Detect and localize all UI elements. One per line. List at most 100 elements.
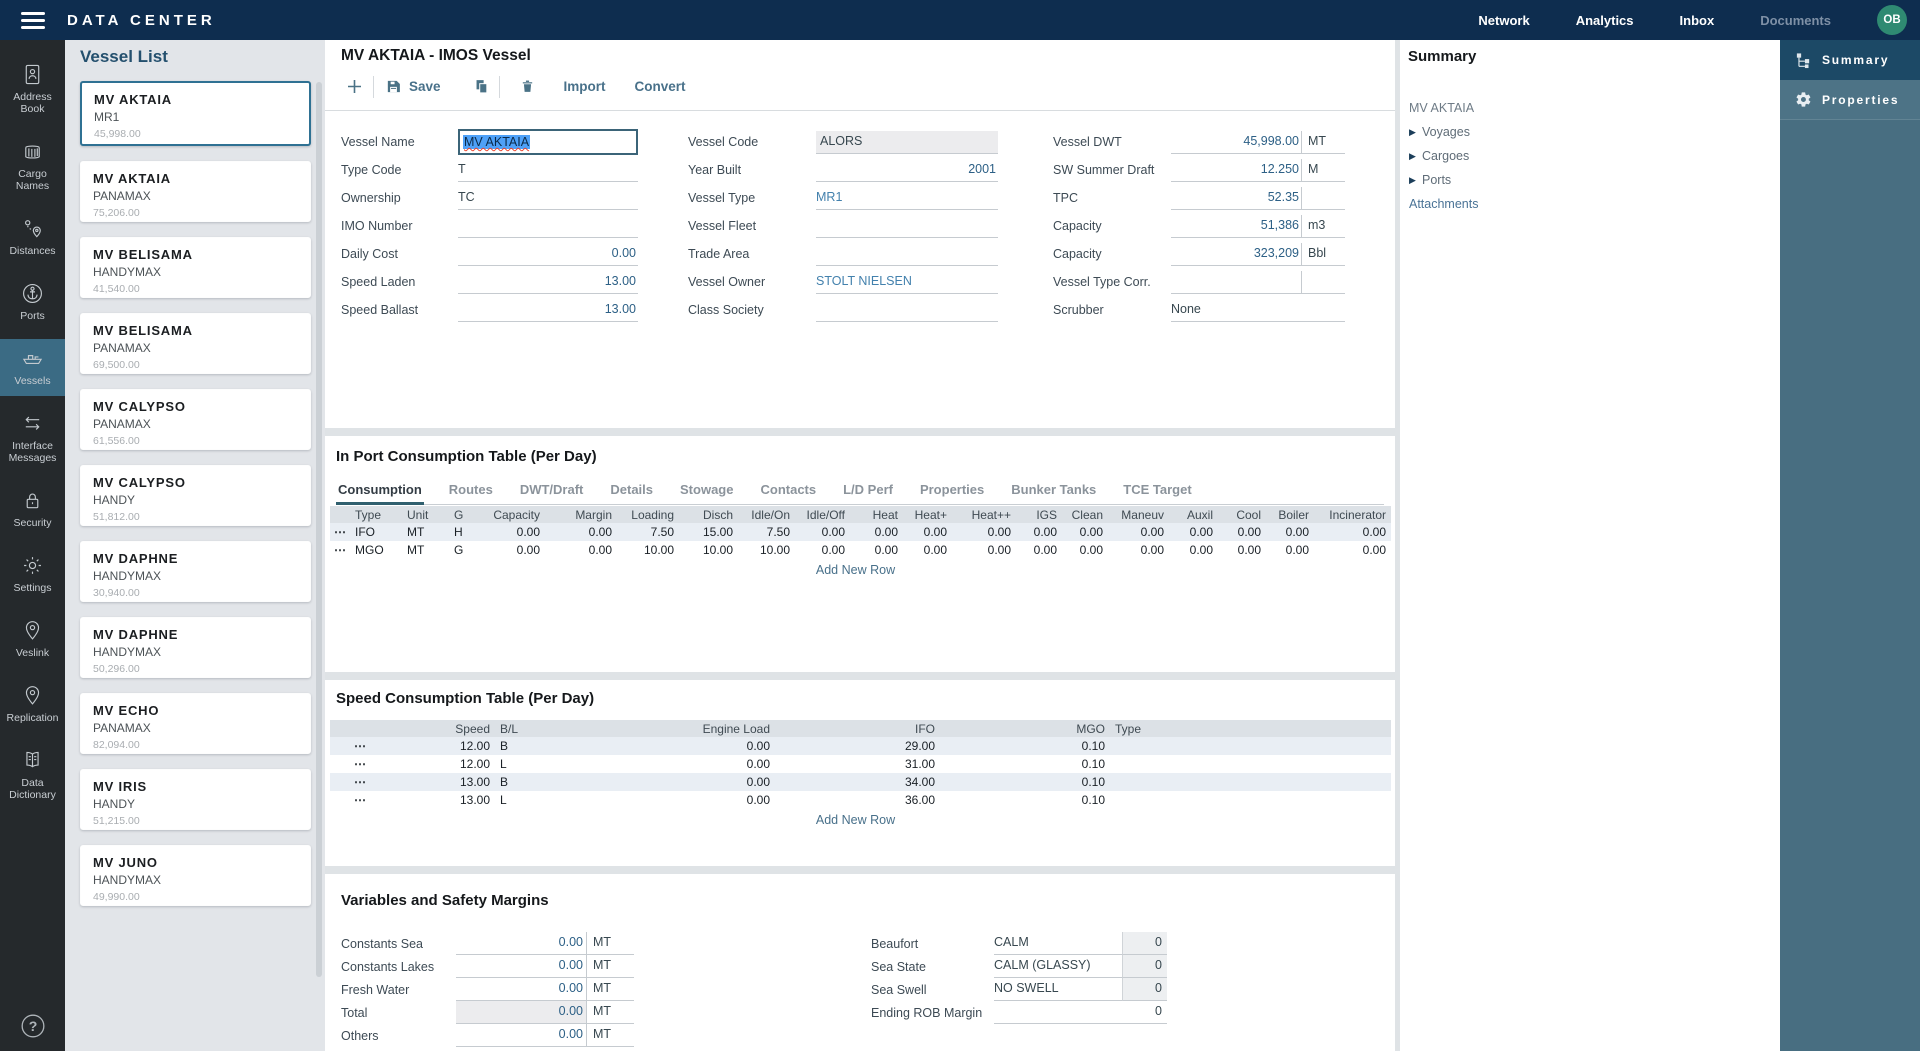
sidebar-item-ports[interactable]: Ports (0, 274, 65, 331)
nav-network[interactable]: Network (1478, 13, 1529, 28)
vessel-card[interactable]: MV BELISAMA PANAMAX 69,500.00 (80, 313, 311, 374)
convert-button[interactable]: Convert (635, 79, 686, 94)
field-input[interactable]: STOLT NIELSEN (816, 271, 998, 294)
vessel-card[interactable]: MV JUNO HANDYMAX 49,990.00 (80, 845, 311, 906)
field-input[interactable]: 45,998.00 (1171, 131, 1301, 154)
help-button[interactable]: ? (0, 1013, 65, 1039)
sidebar-item-replication[interactable]: Replication (0, 676, 65, 733)
sidebar-item-cargo-names[interactable]: Cargo Names (0, 132, 65, 201)
field-input[interactable] (816, 299, 998, 322)
hamburger-menu-icon[interactable] (21, 12, 45, 29)
expand-arrow-icon[interactable]: ▶ (1409, 127, 1422, 138)
field-input[interactable]: 0.00 (456, 1024, 586, 1047)
nav-analytics[interactable]: Analytics (1576, 13, 1634, 28)
import-button[interactable]: Import (564, 79, 606, 94)
field-input[interactable]: None (1171, 299, 1345, 322)
row-menu-button[interactable]: ⋯ (330, 791, 390, 809)
tab[interactable]: TCE Target (1121, 478, 1193, 505)
summary-tree-item[interactable]: ▶ MV AKTAIA (1408, 96, 1780, 120)
summary-tree-item[interactable]: ▶ Voyages (1408, 120, 1780, 144)
expand-arrow-icon[interactable]: ▶ (1409, 175, 1422, 186)
field-input[interactable]: CALM (994, 932, 1122, 955)
tab[interactable]: Details (608, 478, 655, 505)
sidebar-item-settings[interactable]: Settings (0, 546, 65, 603)
sidebar-item-vessels[interactable]: Vessels (0, 339, 65, 396)
field-input[interactable]: 0.00 (456, 955, 586, 978)
field-input[interactable]: 13.00 (458, 299, 638, 322)
field-input[interactable]: NO SWELL (994, 978, 1122, 1001)
field-input[interactable]: TC (458, 187, 638, 210)
expand-arrow-icon[interactable]: ▶ (1409, 151, 1422, 162)
summary-tree-item[interactable]: ▶ Attachments (1408, 192, 1780, 216)
replication-icon (21, 684, 44, 707)
sidebar-item-data-dictionary[interactable]: Data Dictionary (0, 741, 65, 810)
row-menu-button[interactable]: ⋯ (330, 541, 350, 559)
field-input[interactable]: 323,209 (1171, 243, 1301, 266)
field-input[interactable] (816, 243, 998, 266)
row-menu-button[interactable]: ⋯ (330, 737, 390, 755)
row-menu-button[interactable]: ⋯ (330, 773, 390, 791)
vessel-card[interactable]: MV ECHO PANAMAX 82,094.00 (80, 693, 311, 754)
vessel-card[interactable]: MV IRIS HANDY 51,215.00 (80, 769, 311, 830)
field-input[interactable]: 0.00 (458, 243, 638, 266)
field-input[interactable]: 13.00 (458, 271, 638, 294)
tab[interactable]: Contacts (758, 478, 818, 505)
vessel-card[interactable]: MV CALYPSO PANAMAX 61,556.00 (80, 389, 311, 450)
sidebar-item-address-book[interactable]: Address Book (0, 55, 65, 124)
row-menu-button[interactable]: ⋯ (330, 523, 350, 541)
summary-rail-button[interactable]: Summary (1780, 40, 1920, 80)
field-input[interactable] (458, 215, 638, 238)
field-input[interactable] (816, 215, 998, 238)
add-new-row-button[interactable]: Add New Row (325, 813, 1386, 827)
field-input[interactable]: 0.00 (456, 1001, 586, 1024)
add-new-row-button[interactable]: Add New Row (325, 563, 1386, 577)
field-input[interactable] (994, 1001, 1122, 1024)
field-input[interactable]: 52.35 (1171, 187, 1301, 210)
field-input[interactable]: T (458, 159, 638, 182)
margin-value-box[interactable]: 0 (1122, 1001, 1167, 1024)
tab[interactable]: Bunker Tanks (1009, 478, 1098, 505)
copy-button[interactable] (473, 78, 490, 95)
tab[interactable]: DWT/Draft (518, 478, 586, 505)
user-avatar[interactable]: OB (1877, 5, 1907, 35)
vessel-card[interactable]: MV AKTAIA MR1 45,998.00 (80, 81, 311, 146)
vessel-card[interactable]: MV DAPHNE HANDYMAX 30,940.00 (80, 541, 311, 602)
tab[interactable]: Properties (918, 478, 986, 505)
row-menu-button[interactable]: ⋯ (330, 755, 390, 773)
summary-tree-item[interactable]: ▶ Ports (1408, 168, 1780, 192)
vessel-card[interactable]: MV CALYPSO HANDY 51,812.00 (80, 465, 311, 526)
tab[interactable]: Routes (447, 478, 495, 505)
summary-tree-item[interactable]: ▶ Cargoes (1408, 144, 1780, 168)
field-input[interactable]: MR1 (816, 187, 998, 210)
field-input[interactable] (1171, 271, 1301, 294)
field-input[interactable]: 0.00 (456, 978, 586, 1001)
save-button[interactable]: Save (385, 78, 441, 95)
field-input[interactable]: CALM (GLASSY) (994, 955, 1122, 978)
field-input[interactable]: 12.250 (1171, 159, 1301, 182)
sidebar-item-security[interactable]: Security (0, 481, 65, 538)
add-button[interactable] (347, 79, 362, 94)
field-input[interactable]: MV AKTAIA (458, 129, 638, 155)
field-input[interactable]: 0.00 (456, 932, 586, 955)
tab[interactable]: L/D Perf (841, 478, 895, 505)
field-label: Vessel Type Corr. (1053, 275, 1171, 289)
tab[interactable]: Consumption (336, 478, 424, 505)
field-input[interactable]: 51,386 (1171, 215, 1301, 238)
sidebar-item-veslink[interactable]: Veslink (0, 611, 65, 668)
vessel-card[interactable]: MV BELISAMA HANDYMAX 41,540.00 (80, 237, 311, 298)
sidebar-item-distances[interactable]: Distances (0, 209, 65, 266)
vessel-card[interactable]: MV DAPHNE HANDYMAX 50,296.00 (80, 617, 311, 678)
field-input[interactable]: ALORS (816, 131, 998, 154)
sidebar-item-interface-messages[interactable]: Interface Messages (0, 404, 65, 473)
margin-value-box[interactable]: 0 (1122, 955, 1167, 978)
field-input[interactable]: 2001 (816, 159, 998, 182)
nav-inbox[interactable]: Inbox (1680, 13, 1715, 28)
delete-button[interactable] (520, 78, 535, 95)
tab[interactable]: Stowage (678, 478, 735, 505)
margin-value-box[interactable]: 0 (1122, 978, 1167, 1001)
nav-documents[interactable]: Documents (1760, 13, 1831, 28)
margin-value-box[interactable]: 0 (1122, 932, 1167, 955)
properties-rail-button[interactable]: Properties (1780, 80, 1920, 120)
vessel-list-scrollbar[interactable] (316, 82, 322, 977)
vessel-card[interactable]: MV AKTAIA PANAMAX 75,206.00 (80, 161, 311, 222)
